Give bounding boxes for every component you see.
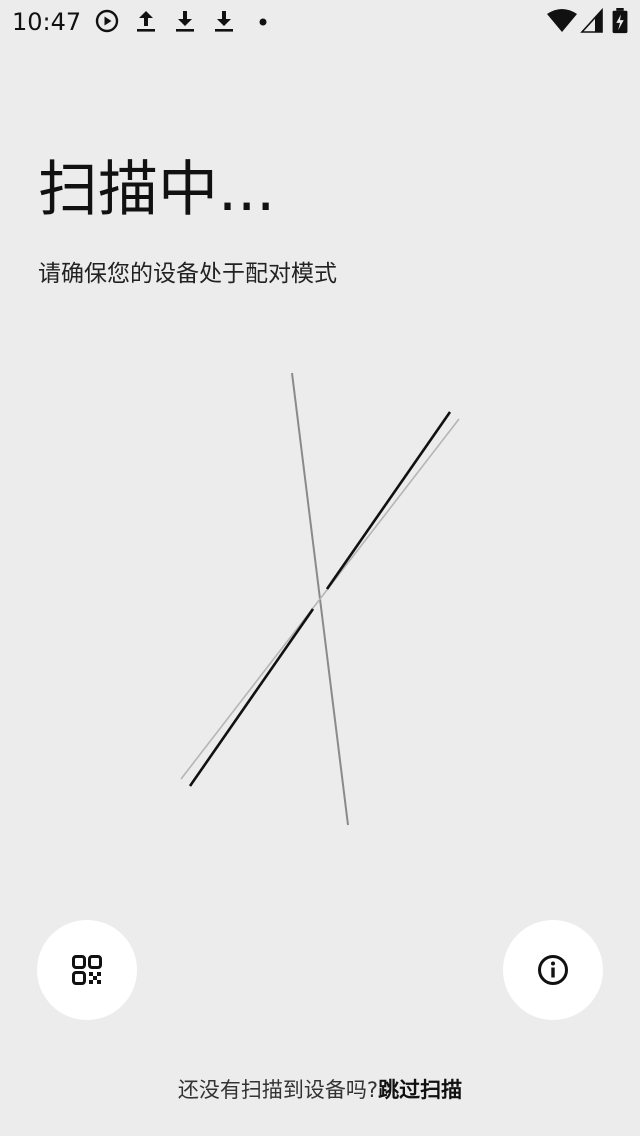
info-button[interactable] <box>503 920 603 1020</box>
dot-icon <box>250 8 276 34</box>
footer: 还没有扫描到设备吗?跳过扫描 <box>0 1074 640 1106</box>
info-icon <box>537 954 569 986</box>
play-circle-icon <box>94 8 120 34</box>
skip-scan-link[interactable]: 跳过扫描 <box>378 1078 462 1102</box>
status-time: 10:47 <box>12 8 82 36</box>
scan-line-grey-diagonal <box>180 418 460 780</box>
page-title: 扫描中... <box>38 155 276 225</box>
page-subtitle: 请确保您的设备处于配对模式 <box>38 261 337 287</box>
signal-icon <box>580 8 604 34</box>
status-bar: 10:47 <box>0 0 640 44</box>
scan-line-black-upper <box>325 411 452 590</box>
battery-charging-icon <box>610 8 630 34</box>
qr-scan-button[interactable] <box>37 920 137 1020</box>
scan-line-black-lower <box>188 608 315 787</box>
upload-icon <box>133 8 159 34</box>
download-icon <box>211 8 237 34</box>
wifi-icon <box>546 8 578 34</box>
download-icon <box>172 8 198 34</box>
no-device-prompt: 还没有扫描到设备吗? <box>177 1078 379 1102</box>
scan-line-grey-vertical <box>291 372 349 826</box>
qr-code-icon <box>72 955 102 985</box>
